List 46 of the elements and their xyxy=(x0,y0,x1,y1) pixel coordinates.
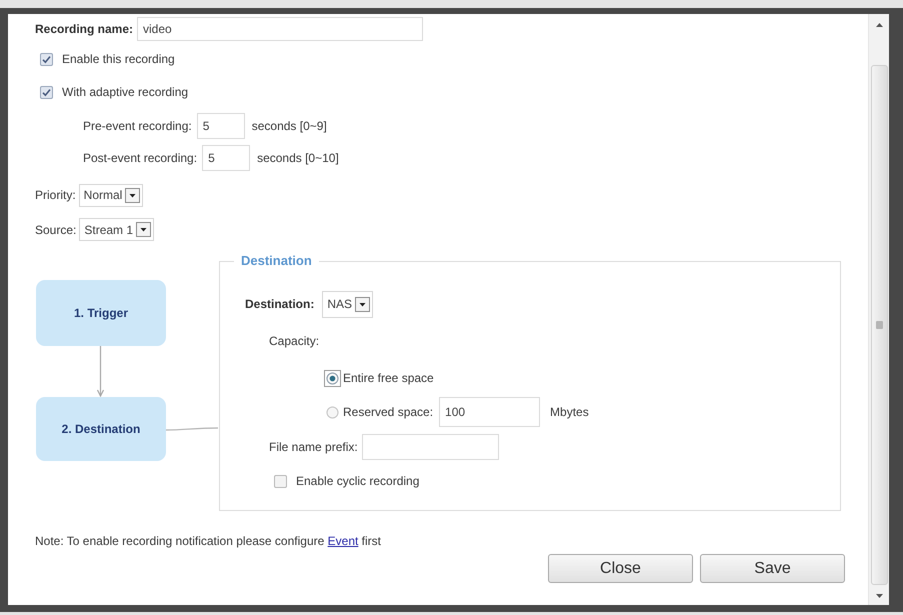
dropdown-caret-icon[interactable] xyxy=(136,222,152,237)
scrollbar[interactable] xyxy=(868,14,889,605)
up-arrow-icon[interactable] xyxy=(876,23,882,27)
note-text: Note: To enable recording notification please configure Event first xyxy=(35,533,382,549)
dropdown-caret-icon[interactable] xyxy=(355,296,370,312)
dropdown-select[interactable]: Stream 1 xyxy=(79,218,154,241)
seconds-field[interactable]: 5 xyxy=(202,145,250,171)
field-label: Post-event recording: xyxy=(83,151,198,165)
prefix-field[interactable] xyxy=(362,434,499,460)
down-arrow-icon[interactable] xyxy=(876,594,882,598)
checkbox-label: Enable cyclic recording xyxy=(296,474,420,488)
checkbox[interactable] xyxy=(40,52,53,66)
dropdown-caret-icon[interactable] xyxy=(125,188,140,202)
checkbox-label: Enable this recording xyxy=(62,52,175,66)
checkbox[interactable] xyxy=(40,86,53,98)
dialog-button[interactable]: Save xyxy=(700,554,845,583)
field-label: Recording name: xyxy=(35,22,134,36)
field-label: File name prefix: xyxy=(269,440,358,454)
step-box[interactable]: 2. Destination xyxy=(36,397,166,461)
field-label: Priority: xyxy=(35,188,76,202)
field-label: Destination: xyxy=(245,297,314,311)
radio-button[interactable] xyxy=(324,370,341,386)
radio-label: Entire free space xyxy=(343,371,434,385)
unit-label: seconds [0~10] xyxy=(257,151,339,165)
scroll-thumb[interactable] xyxy=(870,65,888,585)
checkbox[interactable] xyxy=(274,474,287,488)
unit-label: seconds [0~9] xyxy=(252,119,327,133)
dropdown-select[interactable]: NAS xyxy=(322,290,374,318)
size-field[interactable]: 100 xyxy=(439,397,540,427)
checkbox-label: With adaptive recording xyxy=(62,85,188,99)
radio-button[interactable] xyxy=(324,404,341,420)
panel-legend: Destination xyxy=(234,253,319,269)
step-box[interactable]: 1. Trigger xyxy=(36,280,166,346)
dialog-button[interactable]: Close xyxy=(548,554,693,583)
field-label: Source: xyxy=(35,222,76,236)
grip-icon xyxy=(876,321,882,329)
recording-name-field[interactable]: video xyxy=(137,17,424,41)
field-label: Capacity: xyxy=(269,334,320,348)
field-label: Pre-event recording: xyxy=(83,119,192,133)
seconds-field[interactable]: 5 xyxy=(196,113,245,139)
dropdown-select[interactable]: Normal xyxy=(78,184,144,206)
radio-label: Reserved space: xyxy=(343,405,434,419)
event-link[interactable]: Event xyxy=(328,534,358,548)
connector-line xyxy=(166,425,218,433)
unit-label: Mbytes xyxy=(550,405,589,419)
connector-arrow xyxy=(96,346,105,397)
